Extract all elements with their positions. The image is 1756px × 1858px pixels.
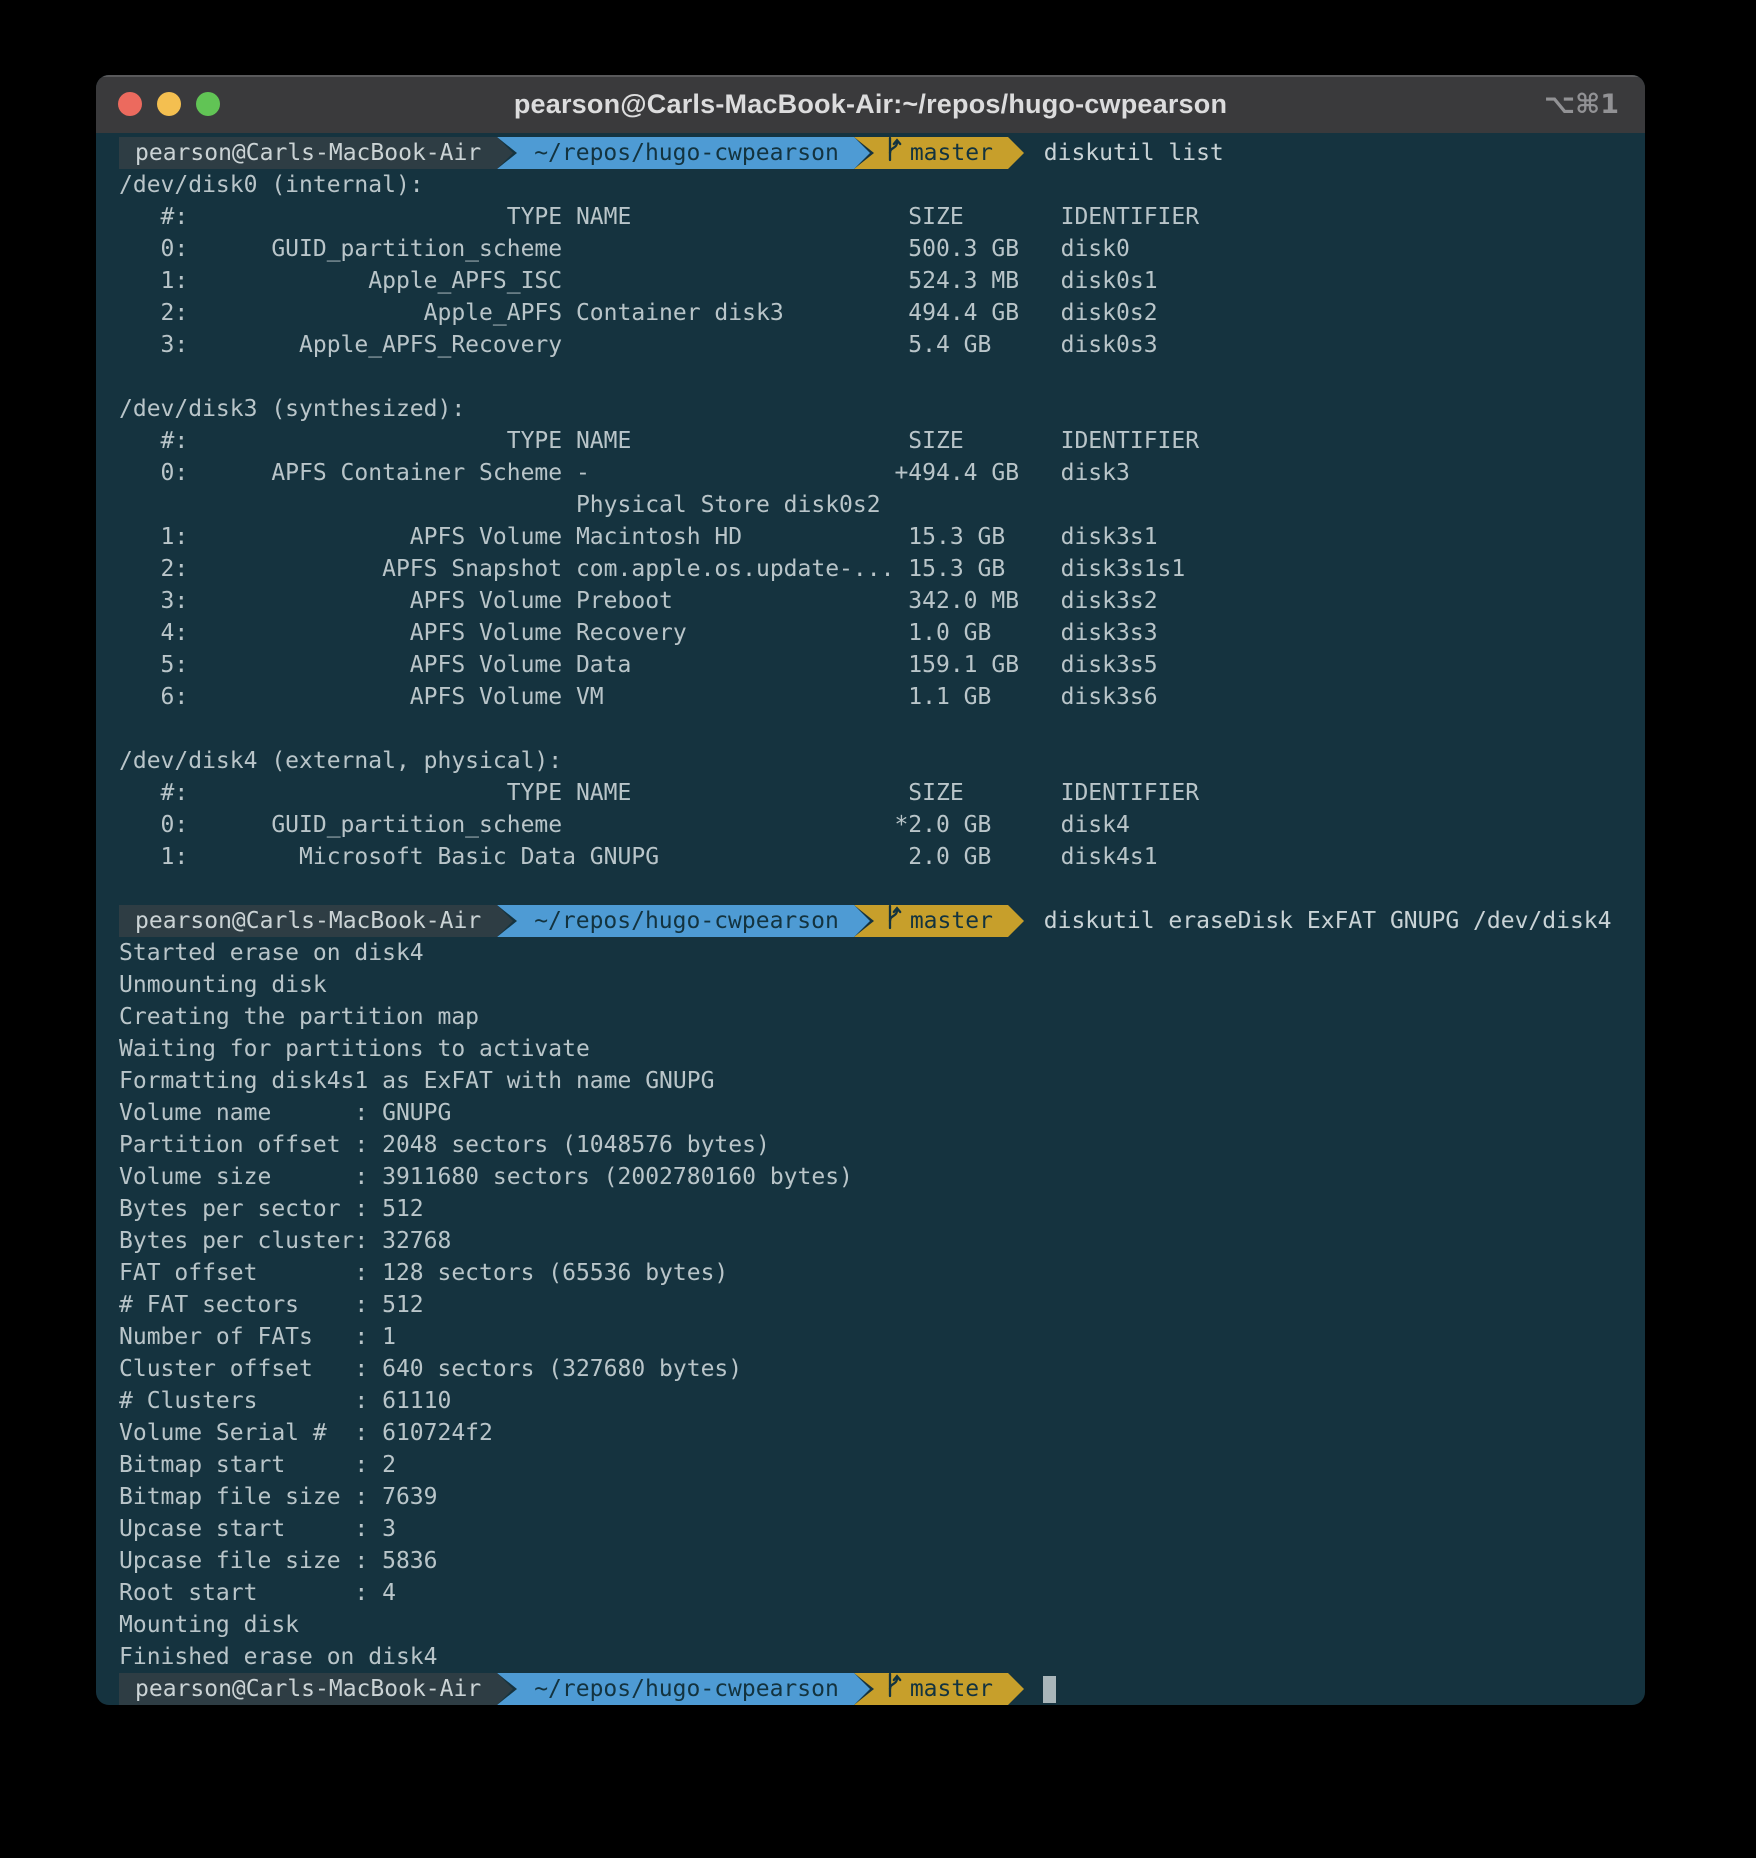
prompt-path-segment-label: ~/repos/hugo-cwpearson bbox=[534, 908, 839, 934]
terminal-line: 2: Apple_APFS Container disk3 494.4 GB d… bbox=[119, 297, 1645, 329]
terminal-line: Upcase start : 3 bbox=[119, 1513, 1645, 1545]
terminal-line: Root start : 4 bbox=[119, 1577, 1645, 1609]
prompt-line: pearson@Carls-MacBook-Air ~/repos/hugo-cw… bbox=[119, 1673, 1645, 1705]
terminal-line: # Clusters : 61110 bbox=[119, 1385, 1645, 1417]
terminal-line: 4: APFS Volume Recovery 1.0 GB disk3s3 bbox=[119, 617, 1645, 649]
terminal-line: 5: APFS Volume Data 159.1 GB disk3s5 bbox=[119, 649, 1645, 681]
terminal-line: Bitmap start : 2 bbox=[119, 1449, 1645, 1481]
powerline-separator-icon bbox=[854, 137, 876, 169]
prompt-branch-segment-label: master bbox=[910, 905, 993, 937]
terminal-line: 0: GUID_partition_scheme 500.3 GB disk0 bbox=[119, 233, 1645, 265]
prompt-user-segment: pearson@Carls-MacBook-Air bbox=[119, 905, 497, 937]
powerline-separator-icon bbox=[1008, 1673, 1030, 1705]
window-title: pearson@Carls-MacBook-Air:~/repos/hugo-c… bbox=[96, 89, 1645, 120]
terminal-window: pearson@Carls-MacBook-Air:~/repos/hugo-c… bbox=[96, 75, 1645, 1705]
git-branch-icon bbox=[885, 1672, 902, 1706]
prompt-user-segment-label: pearson@Carls-MacBook-Air bbox=[135, 1676, 481, 1702]
close-button[interactable] bbox=[118, 92, 142, 116]
terminal-line: #: TYPE NAME SIZE IDENTIFIER bbox=[119, 777, 1645, 809]
terminal-line: Unmounting disk bbox=[119, 969, 1645, 1001]
prompt-line: pearson@Carls-MacBook-Air ~/repos/hugo-cw… bbox=[119, 137, 1645, 169]
terminal-line: 3: Apple_APFS_Recovery 5.4 GB disk0s3 bbox=[119, 329, 1645, 361]
prompt-path-segment: ~/repos/hugo-cwpearson bbox=[519, 137, 854, 169]
terminal-line: 1: Apple_APFS_ISC 524.3 MB disk0s1 bbox=[119, 265, 1645, 297]
terminal-line: 6: APFS Volume VM 1.1 GB disk3s6 bbox=[119, 681, 1645, 713]
terminal-line: Waiting for partitions to activate bbox=[119, 1033, 1645, 1065]
powerline-separator-icon bbox=[497, 137, 519, 169]
prompt-user-segment-label: pearson@Carls-MacBook-Air bbox=[135, 140, 481, 166]
powerline-separator-icon bbox=[497, 1673, 519, 1705]
powerline-separator-icon bbox=[1008, 137, 1030, 169]
desktop-background: pearson@Carls-MacBook-Air:~/repos/hugo-c… bbox=[0, 0, 1756, 1858]
terminal-line bbox=[119, 361, 1645, 393]
terminal-line: 1: APFS Volume Macintosh HD 15.3 GB disk… bbox=[119, 521, 1645, 553]
terminal-line bbox=[119, 873, 1645, 905]
prompt-path-segment: ~/repos/hugo-cwpearson bbox=[519, 905, 854, 937]
terminal-line: /dev/disk3 (synthesized): bbox=[119, 393, 1645, 425]
terminal-line: # FAT sectors : 512 bbox=[119, 1289, 1645, 1321]
terminal-line: /dev/disk4 (external, physical): bbox=[119, 745, 1645, 777]
prompt-user-segment: pearson@Carls-MacBook-Air bbox=[119, 1673, 497, 1705]
terminal-line: /dev/disk0 (internal): bbox=[119, 169, 1645, 201]
traffic-lights bbox=[118, 75, 235, 133]
terminal-line: Bytes per cluster: 32768 bbox=[119, 1225, 1645, 1257]
terminal-line: 3: APFS Volume Preboot 342.0 MB disk3s2 bbox=[119, 585, 1645, 617]
terminal-line: Mounting disk bbox=[119, 1609, 1645, 1641]
terminal-line: Volume Serial # : 610724f2 bbox=[119, 1417, 1645, 1449]
prompt-path-segment-label: ~/repos/hugo-cwpearson bbox=[534, 140, 839, 166]
terminal-line: #: TYPE NAME SIZE IDENTIFIER bbox=[119, 201, 1645, 233]
terminal-line: 0: APFS Container Scheme - +494.4 GB dis… bbox=[119, 457, 1645, 489]
terminal-line: Cluster offset : 640 sectors (327680 byt… bbox=[119, 1353, 1645, 1385]
terminal-line: Partition offset : 2048 sectors (1048576… bbox=[119, 1129, 1645, 1161]
terminal-line: Bytes per sector : 512 bbox=[119, 1193, 1645, 1225]
prompt-path-segment-label: ~/repos/hugo-cwpearson bbox=[534, 1676, 839, 1702]
terminal-line: Number of FATs : 1 bbox=[119, 1321, 1645, 1353]
minimize-button[interactable] bbox=[157, 92, 181, 116]
terminal-screen[interactable]: pearson@Carls-MacBook-Air ~/repos/hugo-cw… bbox=[96, 133, 1645, 1705]
git-branch-icon bbox=[885, 904, 902, 939]
window-titlebar[interactable]: pearson@Carls-MacBook-Air:~/repos/hugo-c… bbox=[96, 75, 1645, 133]
terminal-line bbox=[119, 713, 1645, 745]
terminal-cursor bbox=[1043, 1676, 1056, 1703]
prompt-path-segment: ~/repos/hugo-cwpearson bbox=[519, 1673, 854, 1705]
prompt-user-segment: pearson@Carls-MacBook-Air bbox=[119, 137, 497, 169]
terminal-line: #: TYPE NAME SIZE IDENTIFIER bbox=[119, 425, 1645, 457]
command-text: diskutil list bbox=[1030, 137, 1224, 169]
terminal-line: 1: Microsoft Basic Data GNUPG 2.0 GB dis… bbox=[119, 841, 1645, 873]
prompt-user-segment-label: pearson@Carls-MacBook-Air bbox=[135, 908, 481, 934]
terminal-line: Volume name : GNUPG bbox=[119, 1097, 1645, 1129]
tab-shortcut-hint: ⌥⌘1 bbox=[1544, 89, 1619, 120]
powerline-separator-icon bbox=[854, 905, 876, 937]
powerline-separator-icon bbox=[1008, 905, 1030, 937]
prompt-line: pearson@Carls-MacBook-Air ~/repos/hugo-cw… bbox=[119, 905, 1645, 937]
prompt-branch-segment: master bbox=[876, 1673, 1008, 1705]
prompt-branch-segment: master bbox=[876, 137, 1008, 169]
terminal-line: Physical Store disk0s2 bbox=[119, 489, 1645, 521]
terminal-line: FAT offset : 128 sectors (65536 bytes) bbox=[119, 1257, 1645, 1289]
git-branch-icon bbox=[885, 136, 902, 171]
prompt-branch-segment: master bbox=[876, 905, 1008, 937]
terminal-line: Creating the partition map bbox=[119, 1001, 1645, 1033]
terminal-line: Upcase file size : 5836 bbox=[119, 1545, 1645, 1577]
powerline-separator-icon bbox=[854, 1673, 876, 1705]
terminal-line: 2: APFS Snapshot com.apple.os.update-...… bbox=[119, 553, 1645, 585]
terminal-line: 0: GUID_partition_scheme *2.0 GB disk4 bbox=[119, 809, 1645, 841]
zoom-button[interactable] bbox=[196, 92, 220, 116]
terminal-line: Formatting disk4s1 as ExFAT with name GN… bbox=[119, 1065, 1645, 1097]
terminal-line: Bitmap file size : 7639 bbox=[119, 1481, 1645, 1513]
prompt-branch-segment-label: master bbox=[910, 1673, 993, 1705]
terminal-line: Finished erase on disk4 bbox=[119, 1641, 1645, 1673]
terminal-line: Started erase on disk4 bbox=[119, 937, 1645, 969]
command-text: diskutil eraseDisk ExFAT GNUPG /dev/disk… bbox=[1030, 905, 1612, 937]
terminal-line: Volume size : 3911680 sectors (200278016… bbox=[119, 1161, 1645, 1193]
prompt-branch-segment-label: master bbox=[910, 137, 993, 169]
powerline-separator-icon bbox=[497, 905, 519, 937]
